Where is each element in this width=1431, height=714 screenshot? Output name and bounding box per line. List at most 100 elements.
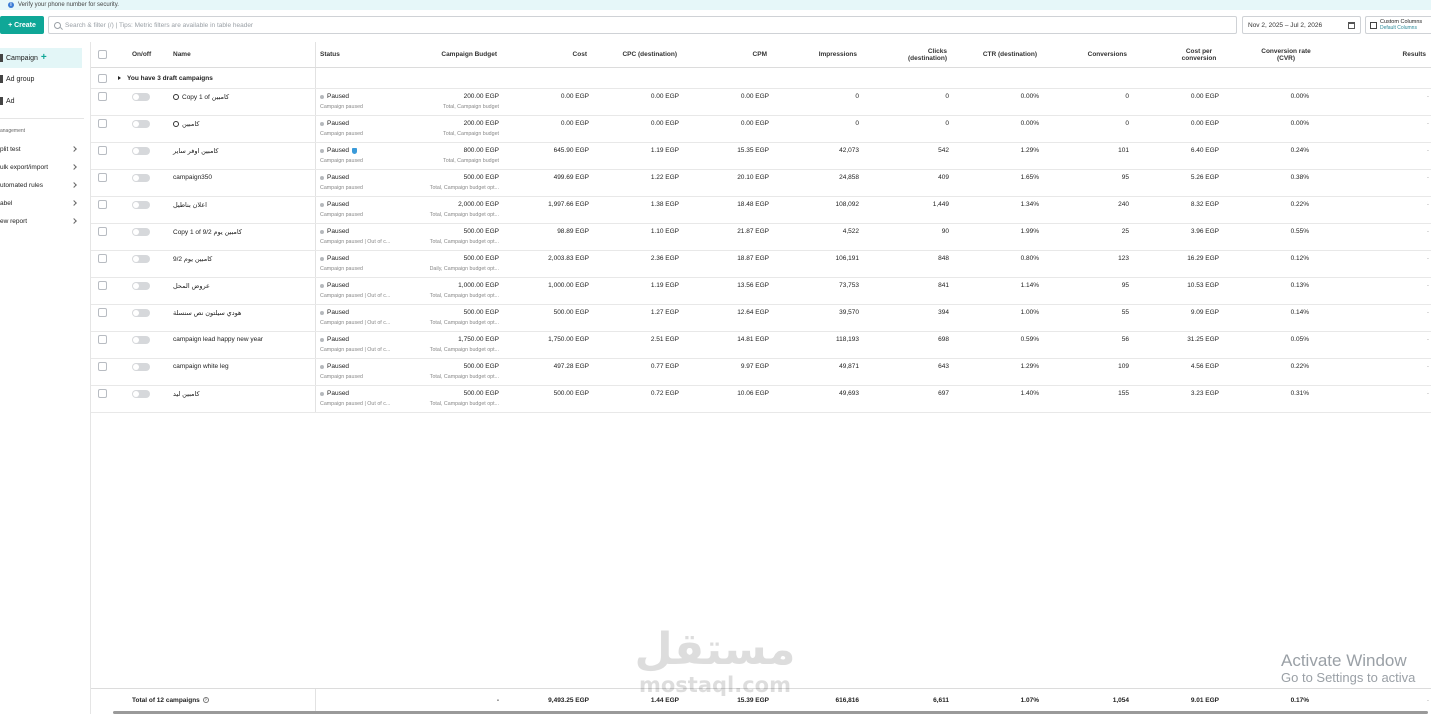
add-icon[interactable]: + <box>41 53 47 63</box>
row-checkbox[interactable] <box>98 200 107 209</box>
draft-checkbox[interactable] <box>98 73 107 83</box>
campaign-name[interactable]: اعلان بناطيل <box>173 201 207 209</box>
budget-value[interactable]: 1,750.00 EGP <box>458 336 499 343</box>
table-row[interactable]: campaign lead happy new year Paused Campai… <box>91 332 1431 359</box>
draft-toggle[interactable]: You have 3 draft campaigns <box>118 75 213 82</box>
create-button[interactable]: + Create <box>0 16 44 34</box>
campaign-name[interactable]: campaign350 <box>173 174 212 181</box>
on-off-toggle[interactable] <box>132 228 150 236</box>
row-name-cell: كامبين <box>173 116 199 142</box>
header-cvr[interactable]: Conversion rate (CVR) <box>1241 42 1331 67</box>
campaign-name[interactable]: كامبين <box>173 120 199 128</box>
campaign-name[interactable]: Copy 1 of 9/2 كامبين يوم <box>173 228 242 236</box>
select-all-checkbox[interactable] <box>98 50 107 59</box>
campaign-name[interactable]: campaign lead happy new year <box>173 336 263 343</box>
campaign-name[interactable]: كامبين اوفر ساير <box>173 147 219 155</box>
campaign-name[interactable]: كامبين ليد <box>173 390 200 398</box>
header-clicks[interactable]: Clicks (destination) <box>871 42 947 67</box>
header-cost-per-conversion[interactable]: Cost per conversion <box>1171 42 1227 67</box>
sidebar-link-bulk-export[interactable]: ulk export/import <box>0 160 80 174</box>
header-onoff[interactable]: On/off <box>132 42 151 67</box>
cost-value: 0.00 EGP <box>560 93 589 100</box>
date-range-picker[interactable]: Nov 2, 2025 – Jul 2, 2026 <box>1242 16 1361 34</box>
row-checkbox[interactable] <box>98 173 107 182</box>
campaign-name[interactable]: عروض المحل <box>173 282 210 290</box>
budget-value[interactable]: 500.00 EGP <box>464 390 499 397</box>
sidebar-item-ad-group[interactable]: Ad group <box>0 69 82 89</box>
sidebar-link-new-report[interactable]: ew report <box>0 214 80 228</box>
table-row[interactable]: اعلان بناطيل Paused Campaign paused 2,000.0… <box>91 197 1431 224</box>
banner-text[interactable]: Verify your phone number for security. <box>18 2 119 8</box>
draft-row[interactable]: You have 3 draft campaigns <box>91 68 1431 89</box>
row-checkbox[interactable] <box>98 92 107 101</box>
on-off-toggle[interactable] <box>132 255 150 263</box>
on-off-toggle[interactable] <box>132 390 150 398</box>
row-checkbox[interactable] <box>98 335 107 344</box>
table-row[interactable]: campaign350 Paused Campaign paused 500.00 E… <box>91 170 1431 197</box>
table-row[interactable]: Copy 1 of 9/2 كامبين يوم Paused Campaign p… <box>91 224 1431 251</box>
table-row[interactable]: campaign white leg Paused Campaign paused 5… <box>91 359 1431 386</box>
status-sub: Campaign paused <box>320 212 363 218</box>
row-checkbox[interactable] <box>98 362 107 371</box>
table-row[interactable]: كامبين ليد Paused Campaign paused | Out of… <box>91 386 1431 413</box>
budget-value[interactable]: 800.00 EGP <box>464 147 499 154</box>
table-row[interactable]: هودي سيلتون نص سنسلة Paused Campaign pause… <box>91 305 1431 332</box>
header-name[interactable]: Name <box>173 42 191 67</box>
header-ctr[interactable]: CTR (destination) <box>951 42 1037 67</box>
budget-value[interactable]: 500.00 EGP <box>464 255 499 262</box>
search-input[interactable]: Search & filter (/) | Tips: Metric filte… <box>48 16 1237 34</box>
on-off-toggle[interactable] <box>132 201 150 209</box>
table-row[interactable]: كامبين Paused Campaign paused 200.00 EGP Tot… <box>91 116 1431 143</box>
campaign-name[interactable]: campaign white leg <box>173 363 229 370</box>
campaign-name[interactable]: Copy 1 of كامبين <box>173 93 229 101</box>
campaign-name[interactable]: هودي سيلتون نص سنسلة <box>173 309 241 317</box>
budget-value[interactable]: 200.00 EGP <box>464 93 499 100</box>
budget-value[interactable]: 1,000.00 EGP <box>458 282 499 289</box>
budget-value[interactable]: 500.00 EGP <box>464 228 499 235</box>
budget-sub: Total, Campaign budget opt... <box>429 185 499 191</box>
row-checkbox[interactable] <box>98 308 107 317</box>
on-off-toggle[interactable] <box>132 336 150 344</box>
on-off-toggle[interactable] <box>132 309 150 317</box>
row-checkbox[interactable] <box>98 281 107 290</box>
header-results[interactable]: Results <box>1351 42 1426 67</box>
on-off-toggle[interactable] <box>132 363 150 371</box>
custom-columns-button[interactable]: Custom Columns Default Columns <box>1365 16 1431 34</box>
sidebar-item-ad[interactable]: Ad <box>0 91 82 111</box>
sidebar-item-campaign[interactable]: Campaign + <box>0 48 82 68</box>
budget-value[interactable]: 2,000.00 EGP <box>458 201 499 208</box>
header-budget[interactable]: Campaign Budget <box>391 42 497 67</box>
header-impressions[interactable]: Impressions <box>771 42 857 67</box>
header-cpc[interactable]: CPC (destination) <box>591 42 677 67</box>
row-checkbox[interactable] <box>98 389 107 398</box>
budget-value[interactable]: 500.00 EGP <box>464 309 499 316</box>
table-row[interactable]: Copy 1 of كامبين Paused Campaign paused 200… <box>91 89 1431 116</box>
budget-value[interactable]: 500.00 EGP <box>464 174 499 181</box>
row-name-cell: عروض المحل <box>173 278 210 304</box>
row-checkbox[interactable] <box>98 119 107 128</box>
header-cost[interactable]: Cost <box>511 42 587 67</box>
budget-value[interactable]: 200.00 EGP <box>464 120 499 127</box>
row-checkbox[interactable] <box>98 227 107 236</box>
total-label: Total of 12 campaigns <box>132 696 200 704</box>
on-off-toggle[interactable] <box>132 93 150 101</box>
table-row[interactable]: كامبين اوفر ساير Paused Campaign paused 800… <box>91 143 1431 170</box>
sidebar-link-label-item[interactable]: abel <box>0 196 80 210</box>
sidebar-link-split-test[interactable]: plit test <box>0 142 80 156</box>
cost-value: 2,003.83 EGP <box>548 255 589 262</box>
on-off-toggle[interactable] <box>132 120 150 128</box>
help-icon[interactable]: ? <box>202 697 209 703</box>
row-checkbox[interactable] <box>98 254 107 263</box>
header-conversions[interactable]: Conversions <box>1051 42 1127 67</box>
on-off-toggle[interactable] <box>132 147 150 155</box>
header-status[interactable]: Status <box>320 42 340 67</box>
sidebar-link-automated-rules[interactable]: utomated rules <box>0 178 80 192</box>
table-row[interactable]: عروض المحل Paused Campaign paused | Out of… <box>91 278 1431 305</box>
campaign-name[interactable]: 9/2 كامبين يوم <box>173 255 212 263</box>
on-off-toggle[interactable] <box>132 282 150 290</box>
row-checkbox[interactable] <box>98 146 107 155</box>
on-off-toggle[interactable] <box>132 174 150 182</box>
header-cpm[interactable]: CPM <box>691 42 767 67</box>
budget-value[interactable]: 500.00 EGP <box>464 363 499 370</box>
table-row[interactable]: 9/2 كامبين يوم Paused Campaign paused 500.0… <box>91 251 1431 278</box>
